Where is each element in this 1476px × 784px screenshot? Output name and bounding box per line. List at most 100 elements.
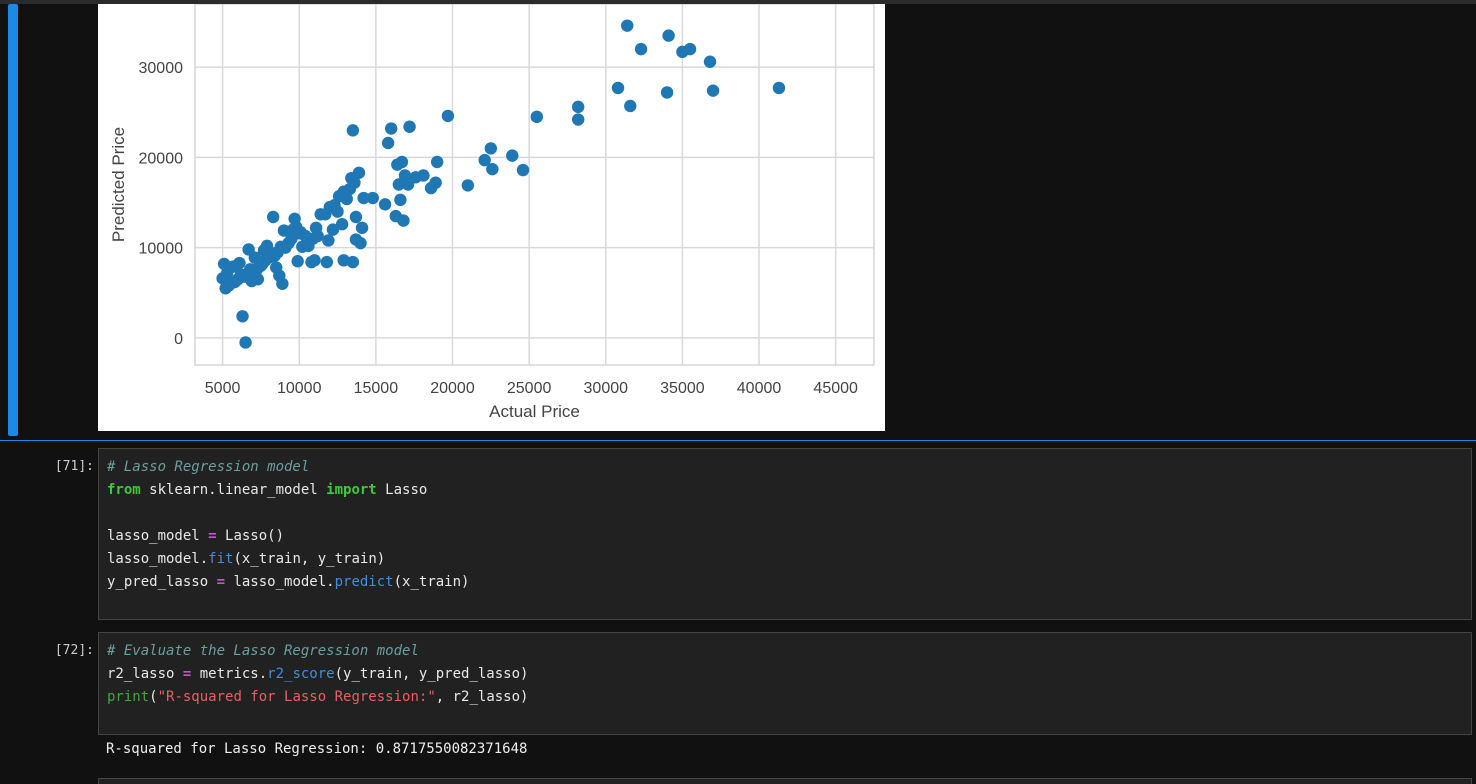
data-point xyxy=(266,210,280,224)
code-token-plain: ( xyxy=(149,689,158,705)
code-token-plain: r2_lasso xyxy=(107,666,183,682)
code-line: lasso_model = Lasso() xyxy=(107,525,1471,548)
data-point xyxy=(429,176,442,189)
data-point xyxy=(662,29,675,42)
data-point xyxy=(320,255,334,269)
cell-prompt-71: [71]: xyxy=(54,459,94,474)
data-point xyxy=(391,158,404,171)
data-point xyxy=(378,198,392,211)
data-point xyxy=(516,163,530,177)
active-cell-indicator[interactable] xyxy=(8,4,18,436)
data-point xyxy=(430,155,444,169)
x-tick-label: 25000 xyxy=(507,380,552,397)
notebook-view: 5000 10000 15000 20000 25000 30000 35000 40000 4… xyxy=(0,0,1476,784)
code-token-plain: , r2_lasso) xyxy=(435,689,529,705)
data-point xyxy=(571,113,585,126)
cell-prompt-72: [72]: xyxy=(54,643,94,658)
data-point xyxy=(311,229,324,243)
data-point xyxy=(703,55,717,68)
data-point xyxy=(403,120,416,133)
code-token-plain: lasso_model. xyxy=(107,551,209,567)
data-point xyxy=(293,227,306,240)
code-token-fn: predict xyxy=(334,574,394,590)
data-point xyxy=(345,171,358,185)
y-axis-label: Predicted Price xyxy=(109,127,128,242)
x-tick-label: 35000 xyxy=(660,380,705,397)
data-point xyxy=(346,124,360,137)
x-tick-label: 15000 xyxy=(354,380,399,397)
code-cell-next[interactable] xyxy=(98,778,1472,784)
x-tick-label: 20000 xyxy=(430,380,475,397)
data-point xyxy=(397,214,410,227)
y-tick-label: 10000 xyxy=(139,241,184,258)
y-tick-label: 30000 xyxy=(139,60,184,77)
code-line: lasso_model.fit(x_train, y_train) xyxy=(107,548,1471,571)
data-point xyxy=(239,336,252,349)
data-point xyxy=(314,208,327,221)
data-point xyxy=(236,310,249,323)
x-tick-label: 30000 xyxy=(584,380,629,397)
data-point xyxy=(254,259,268,272)
code-token-fn: fit xyxy=(208,551,234,567)
code-line: # Evaluate the Lasso Regression model xyxy=(107,640,1471,663)
code-token-plain: sklearn.linear_model xyxy=(140,482,327,498)
scatter-plot-output: 5000 10000 15000 20000 25000 30000 35000 40000 4… xyxy=(98,4,885,431)
code-token-kw: from xyxy=(107,482,141,498)
code-token-plain: (x_train) xyxy=(393,574,470,590)
data-point xyxy=(263,250,277,263)
code-token-kw: import xyxy=(326,482,377,498)
data-point xyxy=(621,19,634,32)
y-tick-label: 0 xyxy=(174,331,183,348)
code-token-comment: # Evaluate the Lasso Regression model xyxy=(107,643,419,659)
data-point xyxy=(461,179,475,192)
data-point xyxy=(322,234,335,247)
data-point xyxy=(245,274,258,288)
y-tick-label: 20000 xyxy=(139,150,184,167)
code-token-plain: metrics. xyxy=(191,666,268,682)
data-point xyxy=(270,261,283,274)
x-tick-label: 40000 xyxy=(737,380,782,397)
cell-output-text: R-squared for Lasso Regression: 0.871755… xyxy=(106,741,528,757)
data-point xyxy=(355,221,369,235)
scatter-plot: 5000 10000 15000 20000 25000 30000 35000 40000 4… xyxy=(109,4,875,421)
data-point xyxy=(233,256,246,270)
data-point xyxy=(772,81,786,95)
data-point xyxy=(337,254,350,267)
data-point xyxy=(326,223,340,236)
code-cell-71[interactable]: # Lasso Regression model from sklearn.lin… xyxy=(98,448,1472,620)
code-token-plain: lasso_model xyxy=(107,528,209,544)
data-point xyxy=(343,182,357,196)
data-point xyxy=(331,205,344,218)
code-line: from sklearn.linear_model import Lasso xyxy=(107,479,1471,502)
data-point xyxy=(683,42,697,56)
code-cell-72[interactable]: # Evaluate the Lasso Regression model r2_… xyxy=(98,632,1472,735)
x-tick-label: 5000 xyxy=(205,380,241,397)
code-line: y_pred_lasso = lasso_model.predict(x_tra… xyxy=(107,571,1471,594)
data-point xyxy=(506,149,519,162)
data-point xyxy=(260,239,274,253)
data-point xyxy=(634,42,648,56)
data-point xyxy=(394,193,407,207)
data-point xyxy=(530,110,543,124)
data-point xyxy=(302,239,315,253)
data-point xyxy=(398,169,412,182)
code-line: # Lasso Regression model xyxy=(107,456,1471,479)
code-token-plain: (x_train, y_train) xyxy=(233,551,386,567)
code-token-plain: Lasso xyxy=(376,482,428,498)
code-token-str: "R-squared for Lasso Regression:" xyxy=(157,689,436,705)
code-line: r2_lasso = metrics.r2_score(y_train, y_p… xyxy=(107,663,1471,686)
code-token-fn: r2_score xyxy=(267,666,335,682)
data-point xyxy=(441,109,455,123)
code-token-plain: (y_train, y_pred_lasso) xyxy=(334,666,529,682)
code-token-op: = xyxy=(208,528,217,544)
data-point xyxy=(706,84,720,97)
code-line: print("R-squared for Lasso Regression:",… xyxy=(107,686,1471,709)
data-point xyxy=(381,136,395,150)
data-point xyxy=(486,162,499,176)
data-point xyxy=(288,212,301,225)
x-axis-label: Actual Price xyxy=(489,402,580,421)
data-point xyxy=(624,99,637,113)
x-tick-label: 45000 xyxy=(813,380,858,397)
data-point xyxy=(484,142,498,155)
